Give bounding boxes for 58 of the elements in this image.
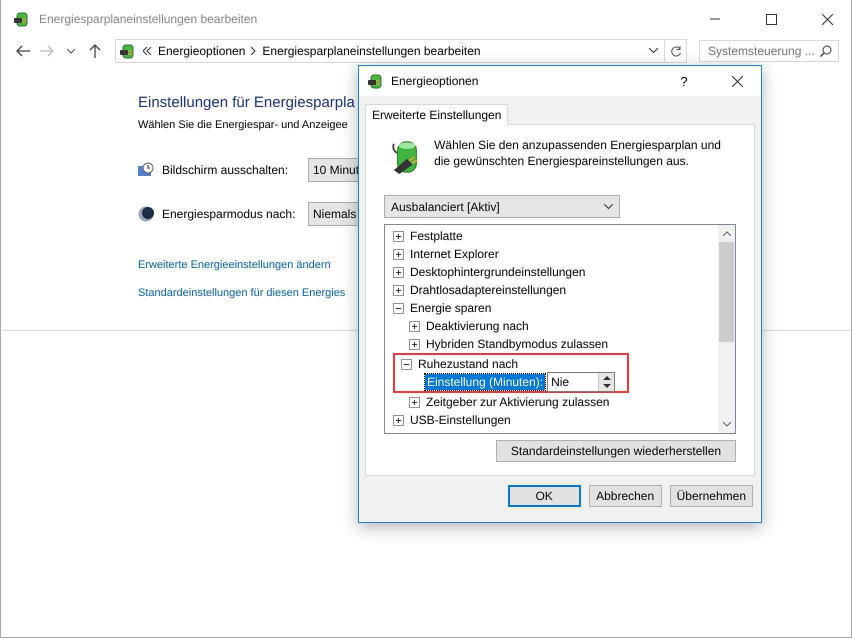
dialog-button[interactable]: Abbrechen [588,485,662,507]
tab[interactable]: Erweiterte Einstellungen [365,104,508,125]
expander-button[interactable] [393,230,404,242]
breadcrumb-link[interactable]: Energieoptionen [158,44,246,58]
chevron-down-icon[interactable] [649,48,658,54]
tree-item[interactable]: USB-Einstellungen [410,413,511,427]
intro-text: Wählen Sie den anzupassenden Energiesparplan und die gewünschten Energiespareinstellungen aus. [434,137,722,170]
page-description: Wählen Sie die Energiespar- und Anzeigee [138,119,349,131]
expander-button[interactable] [393,266,404,278]
expander-button[interactable] [393,284,404,296]
expander-button[interactable] [409,338,420,350]
tree-item[interactable]: Drahtlosadaptereinstellungen [410,283,566,297]
tree-item[interactable]: Desktophintergrundeinstellungen [410,265,586,279]
search-field[interactable]: Systemsteuerung ... [699,40,839,62]
expander-button[interactable] [409,396,420,408]
dialog-button[interactable]: OK [508,485,581,507]
spinner-arrows-icon[interactable] [598,373,614,391]
help-button[interactable]: ? [661,66,707,96]
dialog-button[interactable]: Übernehmen [670,485,753,507]
tree-item[interactable]: Zeitgeber zur Aktivierung zulassen [426,395,610,409]
refresh-icon [670,44,682,58]
expander-button[interactable] [393,414,404,426]
expander-button[interactable] [409,320,420,332]
back-button[interactable] [15,43,31,59]
close-icon [822,14,832,24]
dialog-title: Energieoptionen [391,74,480,88]
chevron-down-icon [722,422,730,427]
expander-button[interactable] [393,248,404,260]
plan-dropdown[interactable]: Ausbalanciert [Aktiv] [384,195,620,218]
scrollbar[interactable] [718,225,735,433]
chevron-down-icon [604,204,613,210]
tree-item[interactable]: Ruhezustand nach [418,357,518,371]
moon-icon [138,206,154,222]
number-spinner[interactable]: Nie [547,372,616,392]
tree-item[interactable]: Deaktivierung nach [426,319,529,333]
tree-item[interactable]: Internet Explorer [410,247,499,261]
maximize-icon [766,14,776,24]
chevron-up-icon [722,231,730,236]
expander-button[interactable] [401,358,412,370]
setting-label: Bildschirm ausschalten: [162,163,290,177]
monitor-clock-icon [138,162,154,178]
tree-item[interactable]: Festplatte [410,229,463,243]
chevron-right-icon [251,47,256,55]
setting-label: Energiesparmodus nach: [162,207,296,221]
window-title: Energiesparplaneinstellungen bearbeiten [39,12,258,26]
restore-defaults-button[interactable]: Standardeinstellungen wiederherstellen [496,440,736,462]
double-chevron-icon [143,47,152,55]
breadcrumb-link[interactable]: Energiesparplaneinstellungen bearbeiten [262,44,481,58]
address-field[interactable]: Energieoptionen Energiesparplaneinstellungen bearbeiten [115,39,687,63]
page-heading: Einstellungen für Energiesparpla [138,94,356,111]
tree-item[interactable]: Energie sparen [410,301,492,315]
expander-button[interactable] [393,302,404,314]
search-icon [820,45,832,57]
tree-item[interactable]: Hybriden Standbymodus zulassen [426,337,608,351]
up-button[interactable] [87,43,103,59]
chevron-down-icon [67,48,75,54]
setting-label: Einstellung (Minuten): [425,374,546,390]
close-icon [732,76,742,86]
